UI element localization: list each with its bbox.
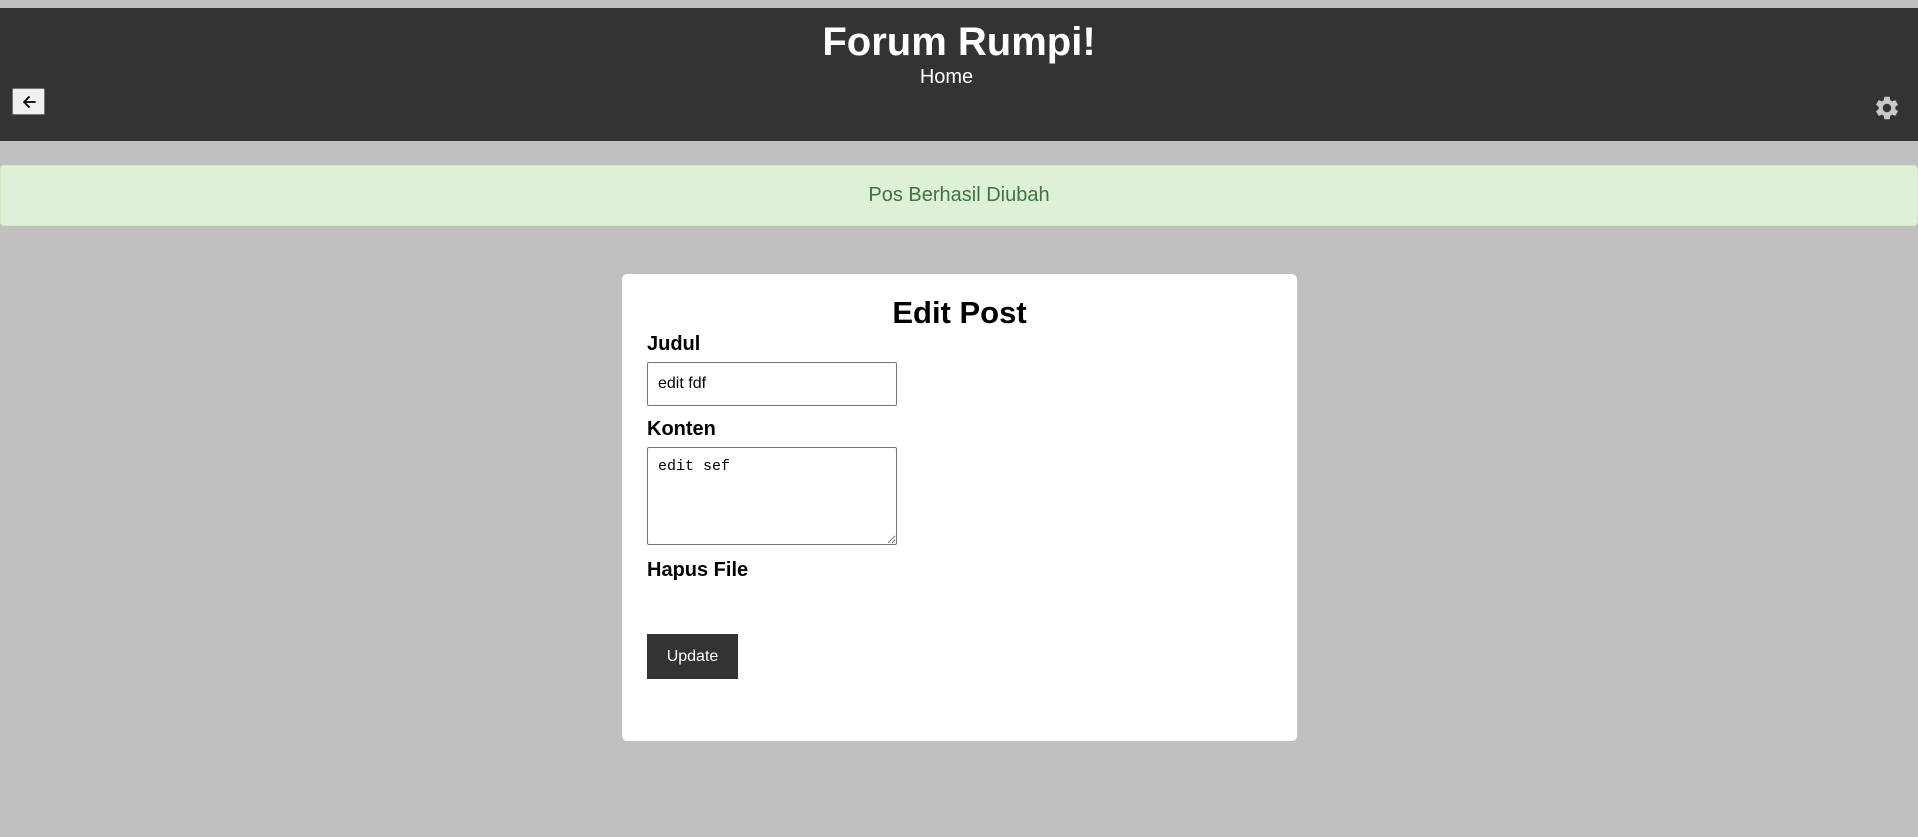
konten-textarea[interactable]: edit sef [647, 447, 897, 545]
judul-input[interactable] [647, 362, 897, 406]
konten-label: Konten [647, 418, 716, 440]
hapus-file-label: Hapus File [647, 559, 749, 581]
judul-label: Judul [647, 333, 701, 355]
top-strip [0, 0, 1918, 8]
site-title: Forum Rumpi! [822, 20, 1096, 64]
back-button[interactable] [12, 88, 45, 115]
nav-home-link[interactable]: Home [0, 64, 1893, 90]
arrow-left-icon [22, 95, 36, 108]
update-button[interactable]: Update [647, 634, 738, 679]
edit-post-card: Edit Post Judul Konten edit sef Hapus Fi… [622, 274, 1297, 741]
site-header: Forum Rumpi! Home [0, 8, 1918, 141]
success-alert: Pos Berhasil Diubah [0, 165, 1918, 226]
form-title: Edit Post [892, 295, 1027, 330]
settings-button[interactable] [1873, 94, 1901, 122]
gear-icon [1876, 96, 1898, 120]
